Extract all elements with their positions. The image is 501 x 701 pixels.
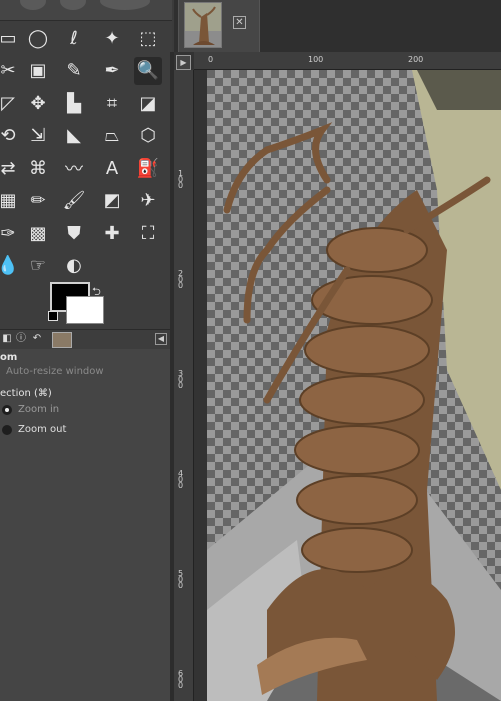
zoom-out-radio[interactable] [2, 425, 12, 435]
cage-transform-icon[interactable]: ⌘ [24, 154, 52, 182]
zoom-in-label[interactable]: Zoom in [18, 404, 59, 415]
vertical-ruler[interactable]: 100 200 300 400 500 600 [174, 70, 194, 701]
image-canvas[interactable] [207, 70, 501, 701]
ruler-label: 600 [178, 669, 184, 690]
airbrush-icon[interactable]: ✈ [134, 187, 162, 215]
paintbrush-icon[interactable]: 🖌 [60, 187, 88, 215]
eraser-icon[interactable]: ◩ [98, 187, 126, 215]
dock-tabs: ◧ ⓘ ↶ [0, 329, 172, 350]
horizontal-ruler[interactable]: 0 100 200 [194, 52, 501, 70]
gradient-icon[interactable]: ▦ [0, 187, 22, 215]
unified-transform-icon[interactable]: ◪ [134, 89, 162, 117]
ruler-label: 200 [178, 269, 184, 290]
color-picker-icon[interactable]: ✒ [98, 57, 126, 85]
tab-device-status-icon[interactable]: ⓘ [14, 332, 28, 346]
decoration [20, 0, 46, 10]
text-icon[interactable]: A [98, 154, 126, 182]
heal-icon[interactable]: ✚ [98, 219, 126, 247]
zoom-out-label[interactable]: Zoom out [18, 424, 66, 435]
smudge-icon[interactable]: ☞ [24, 252, 52, 280]
close-icon[interactable]: ✕ [233, 16, 246, 29]
image-thumbnail[interactable] [184, 2, 222, 48]
default-colors-icon[interactable] [48, 311, 58, 321]
mypaint-brush-icon[interactable]: ▩ [24, 219, 52, 247]
ruler-label: 100 [178, 169, 184, 190]
dock-menu-icon[interactable]: ◀ [155, 333, 167, 345]
rotate-icon[interactable]: ⟲ [0, 122, 22, 150]
quick-mask-toggle-icon[interactable]: ▶ [176, 55, 191, 70]
tool-options-title: om [0, 352, 18, 363]
3d-transform-icon[interactable]: ⬡ [134, 122, 162, 150]
perspective-clone-icon[interactable]: ⛶ [134, 219, 162, 247]
ruler-label: 300 [178, 369, 184, 390]
rect-select-icon[interactable]: ▭ [0, 24, 22, 52]
zoom-in-radio[interactable] [2, 405, 12, 415]
tab-undo-history-icon[interactable]: ↶ [30, 332, 44, 346]
decoration [100, 0, 150, 10]
free-select-icon[interactable]: ℓ [60, 24, 88, 52]
ruler-label: 100 [308, 55, 324, 64]
paths-icon[interactable]: ✎ [60, 57, 88, 85]
flip-icon[interactable]: ⇄ [0, 154, 22, 182]
ruler-label: 500 [178, 569, 184, 590]
ruler-label: 0 [208, 55, 214, 64]
blur-icon[interactable]: 💧 [0, 252, 22, 280]
ruler-label: 200 [408, 55, 424, 64]
ink-icon[interactable]: ✑ [0, 219, 22, 247]
measure-icon[interactable]: ◸ [0, 89, 22, 117]
direction-label: ection (⌘) [0, 388, 52, 399]
zoom-icon[interactable]: 🔍 [134, 56, 162, 85]
swap-colors-icon[interactable]: ⮌ [92, 283, 101, 302]
ellipse-select-icon[interactable]: ◯ [24, 24, 52, 52]
tool-options-panel [0, 349, 170, 701]
tab-tool-options-icon[interactable]: ◧ [0, 332, 14, 346]
foreground-select-icon[interactable]: ▣ [24, 57, 52, 85]
scissors-select-icon[interactable]: ✂ [0, 57, 22, 85]
tab-images-icon[interactable] [52, 332, 72, 348]
select-by-color-icon[interactable]: ⬚ [134, 24, 162, 52]
fuzzy-select-icon[interactable]: ✦ [98, 24, 126, 52]
move-icon[interactable]: ✥ [24, 89, 52, 117]
toolbox-header [0, 0, 172, 21]
dodge-burn-icon[interactable]: ◐ [60, 252, 88, 280]
warp-transform-icon[interactable]: 〰 [60, 154, 88, 182]
clone-icon[interactable]: ⛊ [60, 219, 88, 247]
auto-resize-checkbox[interactable]: Auto-resize window [6, 366, 104, 377]
perspective-icon[interactable]: ⏢ [98, 122, 126, 150]
scale-icon[interactable]: ⇲ [24, 122, 52, 150]
decoration [60, 0, 86, 10]
pencil-icon[interactable]: ✏ [24, 187, 52, 215]
shear-icon[interactable]: ◣ [60, 122, 88, 150]
bucket-fill-icon[interactable]: ⛽ [134, 154, 162, 182]
ruler-label: 400 [178, 469, 184, 490]
align-icon[interactable]: ▙ [60, 89, 88, 117]
crop-icon[interactable]: ⌗ [98, 89, 126, 117]
